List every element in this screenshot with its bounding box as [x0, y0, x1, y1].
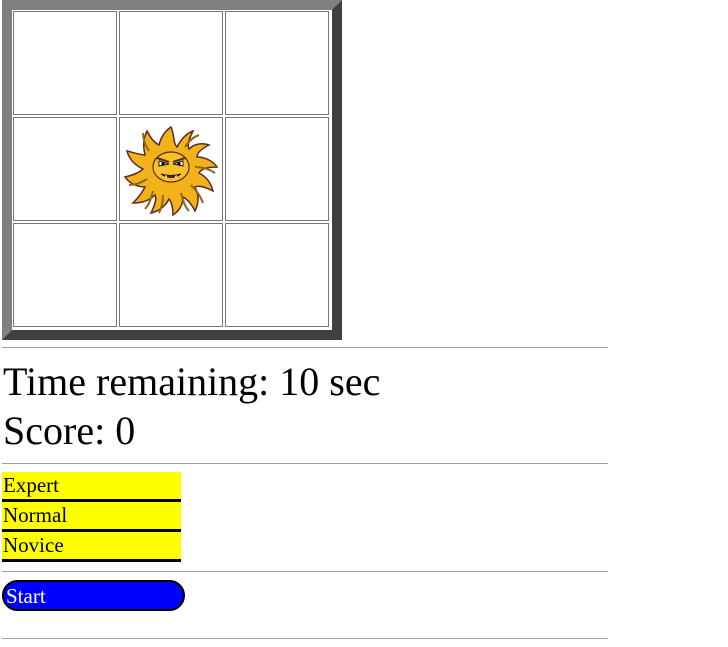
board-cell-4[interactable]	[13, 117, 117, 221]
level-novice[interactable]: Novice	[2, 532, 181, 562]
divider	[2, 638, 608, 639]
board-cell-6[interactable]	[225, 117, 329, 221]
divider	[2, 463, 608, 464]
divider	[2, 347, 608, 348]
start-button[interactable]: Start	[2, 580, 185, 611]
difficulty-menu: Expert Normal Novice	[2, 472, 181, 562]
board-grid	[12, 10, 334, 332]
board-cell-7[interactable]	[13, 223, 117, 327]
game-page: Time remaining: 10 sec Score: 0 Expert N…	[0, 0, 728, 647]
time-remaining: Time remaining: 10 sec	[3, 359, 381, 404]
board-cell-5[interactable]	[119, 117, 223, 221]
level-expert[interactable]: Expert	[2, 472, 181, 502]
hairy-monster-icon[interactable]	[123, 121, 219, 217]
level-normal[interactable]: Normal	[2, 502, 181, 532]
divider	[2, 571, 608, 572]
board-cell-2[interactable]	[119, 11, 223, 115]
board-cell-1[interactable]	[13, 11, 117, 115]
score-display: Score: 0	[3, 408, 136, 453]
board-cell-3[interactable]	[225, 11, 329, 115]
game-board	[2, 0, 342, 340]
board-cell-8[interactable]	[119, 223, 223, 327]
board-cell-9[interactable]	[225, 223, 329, 327]
